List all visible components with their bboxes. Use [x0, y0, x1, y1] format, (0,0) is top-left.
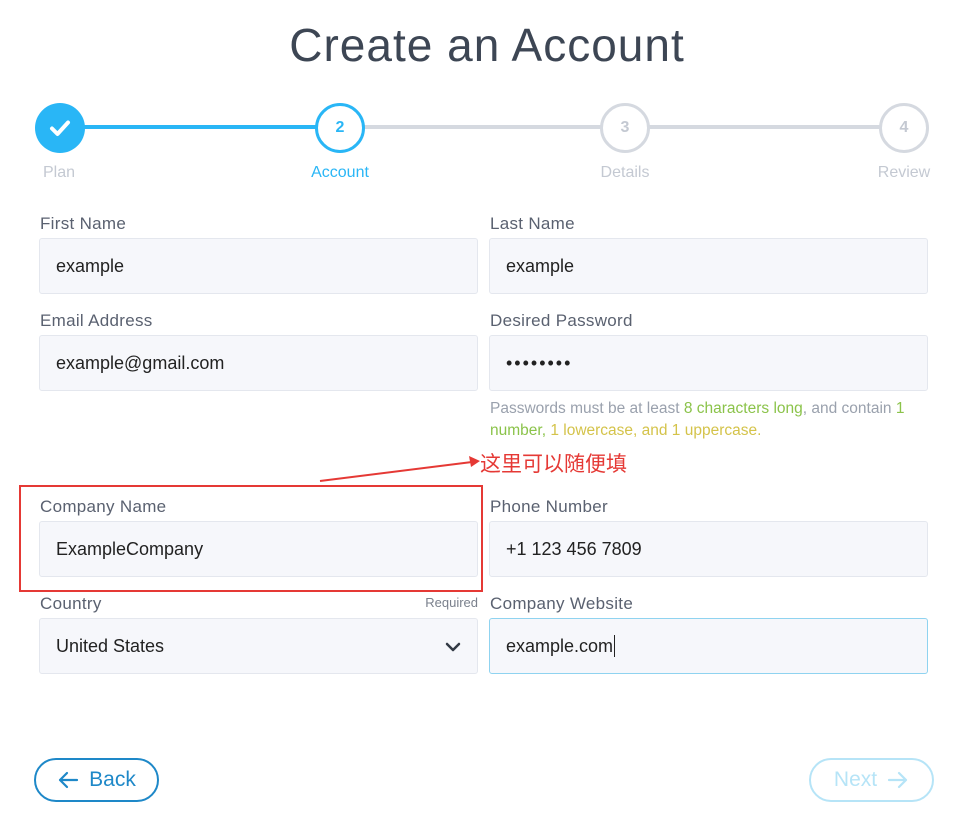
hint-length: 8 characters long — [683, 400, 803, 417]
company-name-value: ExampleCompany — [56, 538, 204, 559]
arrow-right-icon — [887, 771, 908, 789]
step-account[interactable]: 2 — [315, 103, 365, 153]
first-name-label: First Name — [40, 214, 127, 233]
step-label-account: Account — [311, 164, 369, 181]
step-plan[interactable] — [35, 103, 85, 153]
page-title: Create an Account — [289, 19, 685, 71]
step-number: 4 — [899, 119, 909, 136]
annotation-text: 这里可以随便填 — [480, 452, 627, 476]
hint-mid: , and contain — [802, 400, 896, 417]
step-details[interactable]: 3 — [600, 103, 650, 153]
email-field[interactable]: example@gmail.com — [39, 335, 478, 391]
website-label: Company Website — [490, 594, 634, 613]
country-select[interactable]: United States — [39, 618, 478, 674]
company-name-label: Company Name — [40, 497, 167, 516]
password-field[interactable]: •••••••• — [489, 335, 928, 391]
company-name-field[interactable]: ExampleCompany — [39, 521, 478, 577]
first-name-field[interactable]: example — [39, 238, 478, 294]
password-value: •••••••• — [506, 352, 573, 373]
hint-case: 1 lowercase, and 1 uppercase — [546, 422, 758, 439]
country-label: Country — [40, 594, 102, 613]
hint-suffix: . — [757, 422, 762, 439]
last-name-field[interactable]: example — [489, 238, 928, 294]
hint-prefix: Passwords must be at least — [490, 400, 684, 417]
stepper-progress-complete — [60, 125, 342, 129]
email-label: Email Address — [40, 311, 153, 330]
next-button-label: Next — [833, 768, 878, 791]
phone-field[interactable]: +1 123 456 7809 — [489, 521, 928, 577]
website-field[interactable]: example.com — [489, 618, 928, 674]
step-review[interactable]: 4 — [879, 103, 929, 153]
step-label-plan: Plan — [42, 164, 76, 181]
last-name-value: example — [506, 255, 575, 276]
text-cursor — [614, 635, 616, 657]
step-label-review: Review — [877, 164, 931, 181]
checkmark-icon — [50, 120, 70, 136]
back-button-label: Back — [89, 768, 136, 791]
required-text: Required — [425, 595, 478, 610]
password-label: Desired Password — [490, 311, 633, 330]
arrow-left-icon — [59, 771, 79, 789]
password-hint: Passwords must be at least 8 characters … — [490, 398, 930, 442]
phone-label: Phone Number — [490, 497, 608, 516]
step-number: 2 — [335, 119, 345, 136]
back-button[interactable]: Back — [34, 758, 159, 802]
last-name-label: Last Name — [490, 214, 575, 233]
next-button[interactable]: Next — [809, 758, 934, 802]
first-name-value: example — [56, 255, 125, 276]
step-number: 3 — [620, 119, 630, 136]
website-value: example.com — [506, 635, 614, 656]
email-value: example@gmail.com — [56, 352, 225, 373]
phone-value: +1 123 456 7809 — [506, 538, 642, 559]
chevron-down-icon — [445, 642, 461, 652]
step-label-details: Details — [600, 164, 650, 181]
country-selected-value: United States — [56, 635, 165, 656]
